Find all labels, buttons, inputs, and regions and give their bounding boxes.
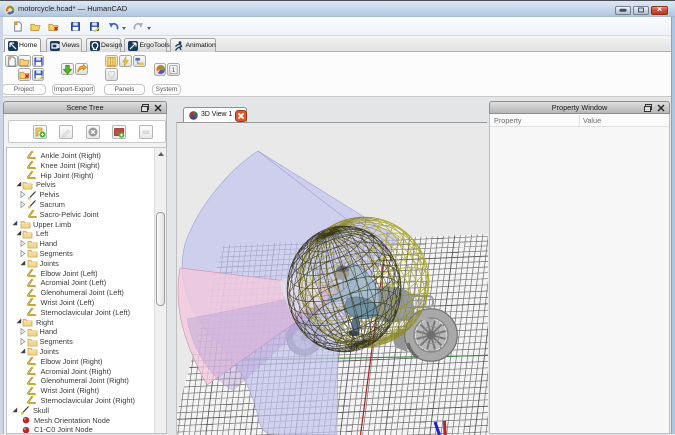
svg-text:1: 1 <box>172 67 176 74</box>
